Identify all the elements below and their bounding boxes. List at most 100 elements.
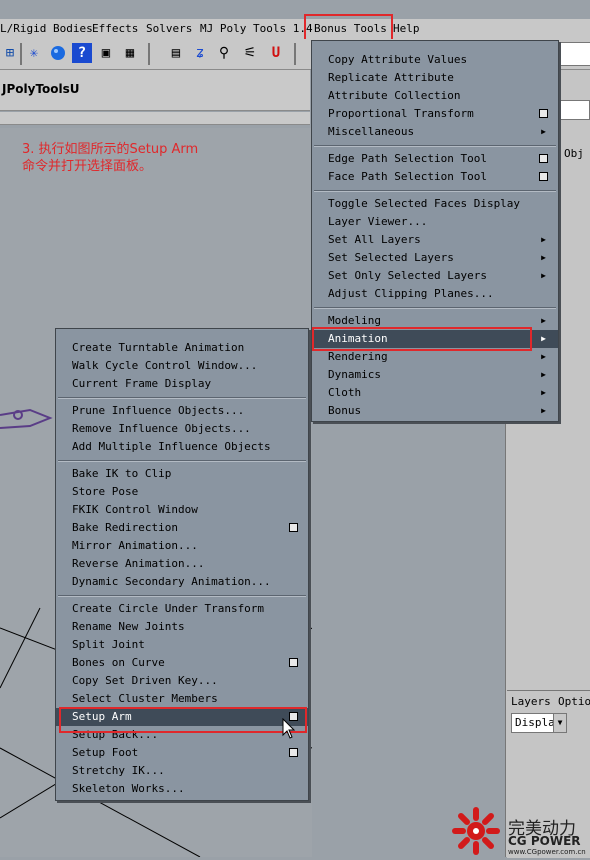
menu-item-fkik-control-window[interactable]: FKIK Control Window	[56, 501, 308, 519]
menu-item-bake-redirection[interactable]: Bake Redirection	[56, 519, 308, 537]
menu-separator	[58, 396, 306, 399]
menu-item-copy-set-driven-key[interactable]: Copy Set Driven Key...	[56, 672, 308, 690]
menu-mj-poly-tools[interactable]: MJ Poly Tools 1.4	[200, 22, 313, 35]
menu-item-label: Dynamics	[328, 368, 381, 381]
help-icon[interactable]: ?	[72, 43, 92, 63]
menu-rigid-bodies[interactable]: L/Rigid Bodies	[0, 22, 93, 35]
menu-item-create-circle-under-transform[interactable]: Create Circle Under Transform	[56, 600, 308, 618]
menu-item-mirror-animation[interactable]: Mirror Animation...	[56, 537, 308, 555]
menu-item-current-frame-display[interactable]: Current Frame Display	[56, 375, 308, 393]
menu-item-label: Replicate Attribute	[328, 71, 454, 84]
menu-item-label: Current Frame Display	[72, 377, 212, 390]
display-select[interactable]: Display ▼	[511, 713, 567, 733]
menu-item-label: FKIK Control Window	[72, 503, 198, 516]
separator	[148, 43, 150, 65]
menu-effects[interactable]: Effects	[92, 22, 138, 35]
menu-separator	[314, 306, 556, 309]
separator	[294, 43, 296, 65]
sphere-icon[interactable]	[48, 43, 68, 63]
menu-item-setup-foot[interactable]: Setup Foot	[56, 744, 308, 762]
menu-item-layer-viewer[interactable]: Layer Viewer...	[312, 213, 558, 231]
menu-item-replicate-attribute[interactable]: Replicate Attribute	[312, 69, 558, 87]
shelf-title: JPolyToolsU	[2, 82, 80, 96]
menu-item-label: Adjust Clipping Planes...	[328, 287, 494, 300]
options-menu[interactable]: Options	[558, 695, 590, 708]
brand-logo-icon	[452, 807, 500, 855]
menu-item-prune-influence-objects[interactable]: Prune Influence Objects...	[56, 402, 308, 420]
watermark-url: www.CGpower.com.cn	[508, 848, 586, 856]
menu-item-cloth[interactable]: Cloth ▶	[312, 384, 558, 402]
curve-icon[interactable]: ʑ	[190, 43, 210, 63]
menu-item-copy-attribute-values[interactable]: Copy Attribute Values	[312, 51, 558, 69]
menu-item-dynamics[interactable]: Dynamics ▶	[312, 366, 558, 384]
grid-icon[interactable]: ▤	[166, 43, 186, 63]
menu-item-edge-path-selection-tool[interactable]: Edge Path Selection Tool	[312, 150, 558, 168]
menu-item-walk-cycle-control-window[interactable]: Walk Cycle Control Window...	[56, 357, 308, 375]
shelf-divider	[0, 112, 310, 125]
menu-item-miscellaneous[interactable]: Miscellaneous ▶	[312, 123, 558, 141]
menu-item-create-turntable-animation[interactable]: Create Turntable Animation	[56, 339, 308, 357]
menu-item-label: Cloth	[328, 386, 362, 399]
menu-item-add-multiple-influence-objects[interactable]: Add Multiple Influence Objects	[56, 438, 308, 456]
watermark-sub: CG POWER	[508, 834, 581, 848]
menu-item-split-joint[interactable]: Split Joint	[56, 636, 308, 654]
menu-item-set-all-layers[interactable]: Set All Layers ▶	[312, 231, 558, 249]
menu-item-label: Face Path Selection Tool	[328, 170, 487, 183]
submenu-arrow-icon: ▶	[541, 370, 546, 379]
mouse-cursor-icon	[282, 718, 296, 739]
option-box-icon[interactable]	[289, 523, 298, 532]
submenu-arrow-icon: ▶	[541, 352, 546, 361]
option-box-icon[interactable]	[289, 658, 298, 667]
menu-item-set-selected-layers[interactable]: Set Selected Layers ▶	[312, 249, 558, 267]
note-line-1: 3. 执行如图所示的Setup Arm	[22, 142, 199, 157]
component-icon[interactable]: ▦	[120, 43, 140, 63]
menu-item-label: Skeleton Works...	[72, 782, 185, 795]
menu-item-skeleton-works[interactable]: Skeleton Works...	[56, 780, 308, 798]
menu-item-set-only-selected-layers[interactable]: Set Only Selected Layers ▶	[312, 267, 558, 285]
menu-item-attribute-collection[interactable]: Attribute Collection	[312, 87, 558, 105]
menu-item-label: Create Turntable Animation	[72, 341, 245, 354]
watermark: 完美动力 CG POWER www.CGpower.com.cn	[450, 800, 590, 857]
rigid-icon[interactable]: ⊞	[0, 43, 20, 63]
menu-item-toggle-selected-faces-display[interactable]: Toggle Selected Faces Display	[312, 195, 558, 213]
wire-icon[interactable]: ⚟	[240, 43, 260, 63]
menu-help[interactable]: Help	[393, 22, 420, 35]
menu-item-label: Mirror Animation...	[72, 539, 198, 552]
layers-menu[interactable]: Layers	[511, 695, 551, 708]
menu-item-select-cluster-members[interactable]: Select Cluster Members	[56, 690, 308, 708]
chevron-down-icon[interactable]: ▼	[553, 714, 566, 732]
burst-icon[interactable]: ✳	[24, 43, 44, 63]
menu-item-label: Attribute Collection	[328, 89, 461, 102]
option-box-icon[interactable]	[289, 748, 298, 757]
menu-item-stretchy-ik[interactable]: Stretchy IK...	[56, 762, 308, 780]
menu-item-bake-ik-to-clip[interactable]: Bake IK to Clip	[56, 465, 308, 483]
option-box-icon[interactable]	[539, 172, 548, 181]
menu-item-rename-new-joints[interactable]: Rename New Joints	[56, 618, 308, 636]
menu-item-label: Setup Foot	[72, 746, 139, 759]
submenu-arrow-icon: ▶	[541, 235, 546, 244]
camera-icon[interactable]: ▣	[96, 43, 116, 63]
menu-item-label: Store Pose	[72, 485, 139, 498]
menu-item-reverse-animation[interactable]: Reverse Animation...	[56, 555, 308, 573]
search-field[interactable]	[560, 42, 590, 66]
menu-item-proportional-transform[interactable]: Proportional Transform	[312, 105, 558, 123]
separator	[20, 43, 22, 65]
option-box-icon[interactable]	[539, 109, 548, 118]
note-line-2: 命令并打开选择面板。	[22, 159, 153, 174]
menu-item-dynamic-secondary-animation[interactable]: Dynamic Secondary Animation...	[56, 573, 308, 591]
menu-item-label: Miscellaneous	[328, 125, 415, 138]
joint-icon[interactable]: ⚲	[214, 43, 234, 63]
tab-obj[interactable]: Obj	[564, 147, 584, 160]
option-box-icon[interactable]	[539, 154, 548, 163]
magnet-icon[interactable]: U	[266, 43, 286, 63]
menu-solvers[interactable]: Solvers	[146, 22, 192, 35]
menu-item-bonus[interactable]: Bonus ▶	[312, 402, 558, 420]
menu-item-bones-on-curve[interactable]: Bones on Curve	[56, 654, 308, 672]
menu-separator	[314, 144, 556, 147]
menu-item-store-pose[interactable]: Store Pose	[56, 483, 308, 501]
menu-item-face-path-selection-tool[interactable]: Face Path Selection Tool	[312, 168, 558, 186]
menu-item-remove-influence-objects[interactable]: Remove Influence Objects...	[56, 420, 308, 438]
menu-item-label: Rendering	[328, 350, 388, 363]
submenu-arrow-icon: ▶	[541, 388, 546, 397]
menu-item-adjust-clipping-planes[interactable]: Adjust Clipping Planes...	[312, 285, 558, 303]
